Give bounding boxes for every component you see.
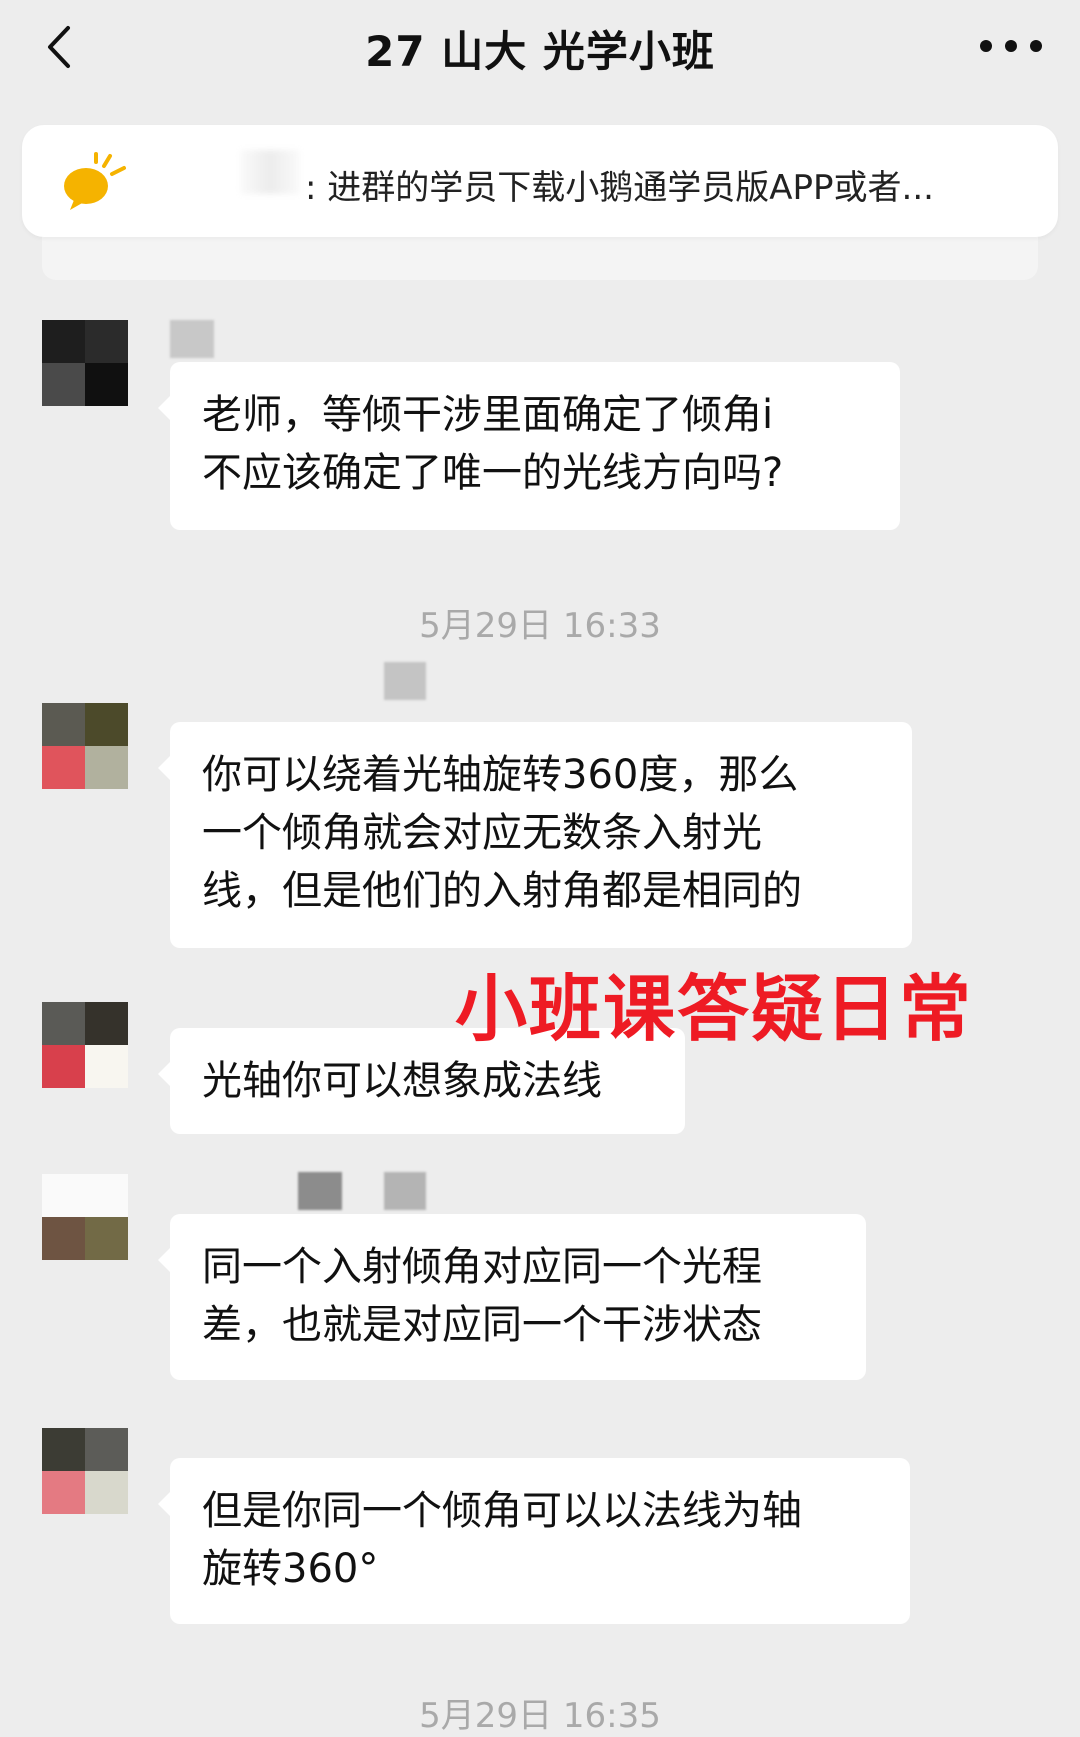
timestamp: 5月29日 16:33 <box>419 606 661 646</box>
avatar[interactable] <box>42 1428 128 1514</box>
chat-header: 27 山大 光学小班 <box>0 0 1080 110</box>
avatar[interactable] <box>42 320 128 406</box>
overlay-caption: 小班课答疑日常 <box>455 967 974 1051</box>
lightbulb-icon <box>64 152 126 210</box>
sender-name-blurred <box>298 1172 342 1210</box>
sender-name-blurred <box>384 662 426 700</box>
message-bubble[interactable]: 但是你同一个倾角可以以法线为轴 旋转360° <box>158 1458 910 1624</box>
notice-sender-blurred <box>240 150 300 194</box>
avatar[interactable] <box>42 703 128 789</box>
sender-name-blurred <box>384 1172 426 1210</box>
avatar[interactable] <box>42 1002 128 1088</box>
message-bubble[interactable]: 同一个入射倾角对应同一个光程 差，也就是对应同一个干涉状态 <box>158 1214 866 1380</box>
avatar[interactable] <box>42 1174 128 1260</box>
sender-name-blurred <box>170 320 214 358</box>
notice-shadow <box>42 232 1038 280</box>
timestamp: 5月29日 16:35 <box>419 1696 661 1736</box>
chat-title: 27 山大 光学小班 <box>365 27 715 76</box>
notice-text: : 进群的学员下载小鹅通学员版APP或者... <box>305 168 934 208</box>
message-bubble[interactable]: 你可以绕着光轴旋转360度，那么 一个倾角就会对应无数条入射光 线，但是他们的入… <box>158 722 912 948</box>
message-bubble[interactable]: 老师，等倾干涉里面确定了倾角i 不应该确定了唯一的光线方向吗? <box>158 362 900 530</box>
more-dots-icon[interactable] <box>978 38 1044 54</box>
